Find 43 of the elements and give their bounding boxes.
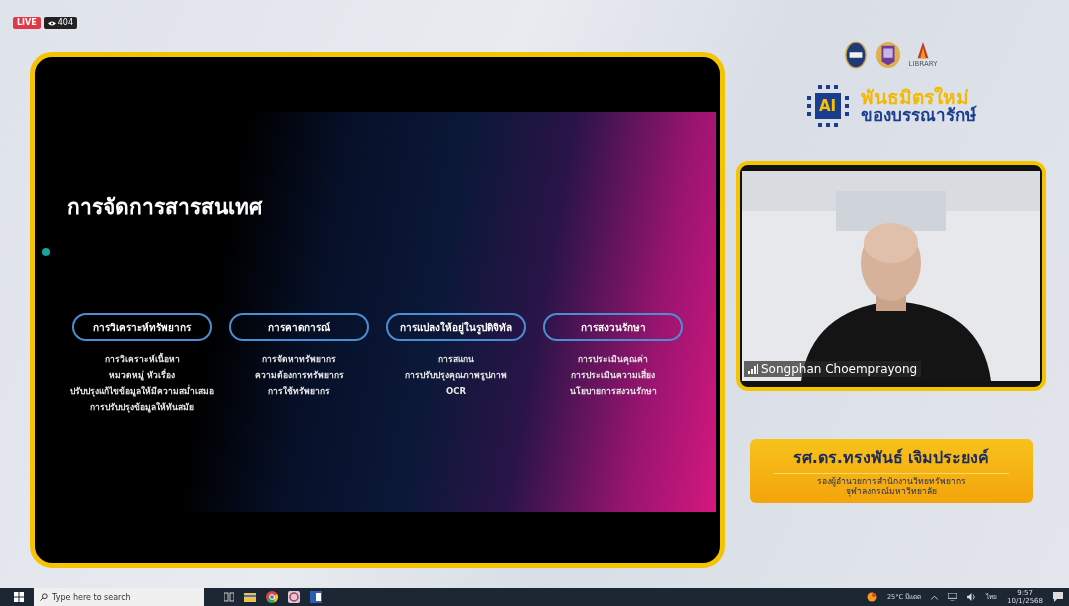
weather-icon (866, 592, 877, 602)
task-view-icon[interactable] (224, 592, 234, 602)
category-item: การประเมินคุณค่า (577, 353, 649, 367)
seal-icon (844, 41, 867, 69)
category-heading: การวิเคราะห์ทรัพยากร (72, 313, 212, 341)
book-emblem-icon (874, 41, 901, 69)
speaker-name: รศ.ดร.ทรงพันธ์ เจิมประยงค์ (791, 447, 991, 469)
search-field[interactable]: Type here to search (34, 588, 204, 606)
speaker-icon[interactable] (967, 593, 977, 601)
eye-icon (47, 20, 56, 26)
browser-icon[interactable] (266, 591, 278, 603)
category-item: การปรับปรุงคุณภาพรูปภาพ (404, 369, 508, 383)
category-item: นโยบายการสงวนรักษา (568, 385, 658, 398)
document-app-icon[interactable] (310, 591, 322, 603)
signal-icon (748, 364, 758, 374)
live-badge: LIVE (13, 17, 41, 29)
category-item: ปรับปรุงแก้ไขข้อมูลให้มีความสม่ำเสมอ (69, 384, 215, 399)
category-item: การสแกน (437, 353, 475, 366)
event-title: พันธมิตรใหม่ (860, 88, 969, 107)
category-item: การจัดหาทรัพยากร (261, 353, 337, 366)
category-heading: การแปลงให้อยู่ในรูปดิจิทัล (386, 313, 526, 341)
category-heading: การคาดการณ์ (229, 313, 369, 341)
category-heading: การสงวนรักษา (543, 313, 683, 341)
app-icon[interactable] (288, 591, 300, 603)
viewer-count: 404 (43, 17, 77, 29)
category-item: การวิเคราะห์เนื้อหา (103, 352, 181, 366)
category-item: ความต้องการทรัพยากร (253, 369, 345, 382)
slide-title: การจัดการสารสนเทศ (67, 194, 264, 221)
category-item: หมวดหมู่ หัวเรื่อง (108, 368, 176, 383)
category-item: การประเมินความเสี่ยง (570, 368, 656, 382)
search-icon (40, 593, 48, 601)
speaker-position: จุฬาลงกรณ์มหาวิทยาลัย (845, 486, 937, 497)
caret-up-icon[interactable] (931, 594, 939, 600)
pointer-icon (42, 248, 50, 256)
ai-chip-logo: AI (806, 85, 849, 127)
speaker-position: รองผู้อำนวยการสำนักงานวิทยทรัพยากร (815, 477, 967, 487)
category-item: การปรับปรุงข้อมูลให้ทันสมัย (89, 401, 195, 415)
folder-icon[interactable] (244, 592, 256, 602)
notification-icon[interactable] (1053, 592, 1063, 602)
category-item: การใช้ทรัพยากร (267, 385, 331, 398)
windows-start-icon[interactable] (14, 592, 24, 602)
participant-name: Songphan Choemprayong (761, 362, 918, 376)
category-item: OCR (445, 385, 467, 398)
